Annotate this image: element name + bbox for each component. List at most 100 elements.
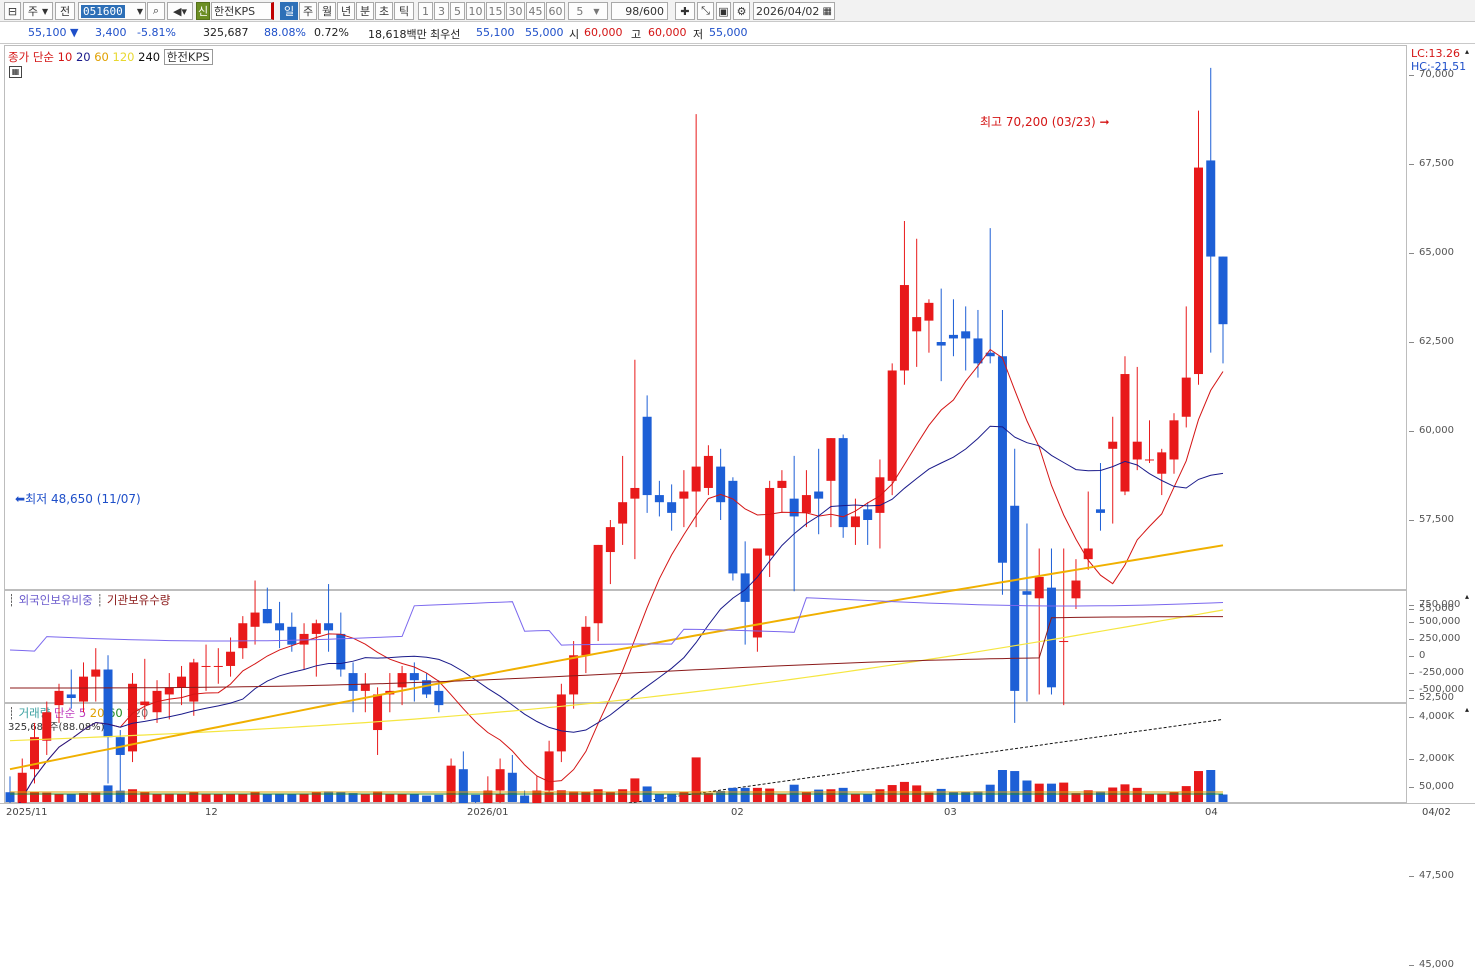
calendar-icon: ▦ [823, 6, 832, 17]
period-week-button[interactable]: 주 [299, 2, 317, 20]
volume-bar [606, 792, 615, 802]
volume-bar [826, 789, 835, 802]
volume-bar [251, 792, 260, 802]
volume-bar [1206, 770, 1215, 802]
volume-bar [177, 794, 186, 802]
new-listing-badge: 신 [196, 2, 210, 20]
price-chart[interactable] [4, 45, 1407, 805]
volume-bar [851, 793, 860, 802]
panel-collapse-icon[interactable]: ▴ [1465, 47, 1469, 56]
period-second-button[interactable]: 초 [375, 2, 393, 20]
candle-body [1035, 577, 1044, 598]
period-minute-button[interactable]: 분 [356, 2, 374, 20]
data-count-field[interactable]: 98/600 [611, 2, 668, 20]
candle-body [324, 623, 333, 630]
candle-body [704, 456, 713, 488]
open-price: 60,000 [584, 26, 623, 39]
candle-body [496, 769, 505, 790]
candle-body [900, 285, 909, 370]
trade-volume: 325,687 [203, 26, 249, 39]
volume-bar [986, 785, 995, 802]
interval-15-button[interactable]: 15 [486, 2, 505, 20]
interval-3-button[interactable]: 3 [434, 2, 449, 20]
low-annotation: ⬅최저 48,650 (11/07) [15, 490, 141, 507]
volume-bar [520, 796, 529, 802]
interval-45-button[interactable]: 45 [526, 2, 545, 20]
candle-body [961, 331, 970, 338]
custom-interval-select[interactable]: 5▼ [568, 2, 608, 20]
volume-bar [496, 793, 505, 802]
price-change-pct: -5.81% [137, 26, 176, 39]
date-field[interactable]: 2026/04/02 ▦ [753, 2, 835, 20]
save-icon[interactable]: ▣ [716, 2, 731, 20]
interval-30-button[interactable]: 30 [506, 2, 525, 20]
gear-icon[interactable]: ⚙ [733, 2, 750, 20]
low-label: 저 [693, 26, 703, 42]
holding-tick-label: 250,000 [1419, 633, 1460, 644]
volume-bar [165, 793, 174, 802]
volume-bar [667, 793, 676, 802]
draw-tool-icon[interactable]: ⤡ [697, 2, 714, 20]
current-price: 55,100 ▼ [28, 26, 78, 39]
volume-bar [875, 789, 884, 802]
candle-body [1219, 257, 1228, 325]
candle-body [434, 691, 443, 705]
volume-bar [336, 792, 345, 802]
stock-code-input[interactable]: 051600 ▼ [78, 2, 146, 20]
candle-body [226, 652, 235, 666]
view-toggle-button[interactable]: 전 [55, 2, 75, 20]
candle-body [973, 338, 982, 363]
period-month-button[interactable]: 월 [318, 2, 336, 20]
search-icon[interactable]: ⌕ [147, 2, 165, 20]
candle-body [1010, 506, 1019, 691]
volume-bar [275, 793, 284, 802]
crosshair-icon[interactable]: ✚ [675, 2, 695, 20]
volume-bar [998, 770, 1007, 802]
period-type-select[interactable]: 주▼ [23, 2, 53, 20]
interval-5-button[interactable]: 5 [450, 2, 465, 20]
volume-bar [973, 791, 982, 802]
candle-body [79, 677, 88, 702]
volume-bar [1035, 784, 1044, 802]
trade-amount: 18,618백만 [368, 26, 427, 42]
holding-tick-label: 0 [1419, 650, 1425, 661]
volume-bar [422, 796, 431, 802]
period-day-button[interactable]: 일 [280, 2, 298, 20]
candle-body [888, 370, 897, 480]
interval-10-button[interactable]: 10 [466, 2, 485, 20]
interval-60-button[interactable]: 60 [546, 2, 565, 20]
volume-bar [790, 785, 799, 802]
volume-bar [937, 789, 946, 802]
quote-bar: 55,100 ▼ 3,400 -5.81% 325,687 88.08% 0.7… [0, 22, 1475, 44]
panel-collapse-icon[interactable]: ▴ [1465, 592, 1469, 601]
volume-bar [765, 789, 774, 802]
volume-bar [716, 791, 725, 802]
volume-bar [324, 791, 333, 802]
price-tick-label: 70,000 [1419, 69, 1454, 80]
x-label: 12 [205, 807, 218, 818]
candle-body [275, 623, 284, 630]
candle-body [581, 627, 590, 655]
stock-name-field[interactable]: 한전KPS [211, 2, 274, 20]
volume-bar [1096, 791, 1105, 802]
chart-menu-icon[interactable]: ⊟ [4, 2, 21, 20]
panel-collapse-icon[interactable]: ▴ [1465, 705, 1469, 714]
candle-body [1022, 591, 1031, 595]
interval-1-button[interactable]: 1 [418, 2, 433, 20]
high-price: 60,000 [648, 26, 687, 39]
holding-tick-label: -250,000 [1419, 667, 1464, 678]
volume-bar [863, 794, 872, 802]
high-annotation: 최고 70,200 (03/23) ➞ [980, 113, 1110, 130]
candle-body [67, 694, 76, 698]
candle-body [765, 488, 774, 556]
volume-bar [385, 794, 394, 802]
period-year-button[interactable]: 년 [337, 2, 355, 20]
period-tick-button[interactable]: 틱 [394, 2, 414, 20]
candle-body [373, 694, 382, 730]
best-bid: 55,000 [525, 26, 564, 39]
x-label: 03 [944, 807, 957, 818]
candle-body [949, 335, 958, 339]
speaker-icon[interactable]: ◀▾ [167, 2, 193, 20]
candle-body [1157, 452, 1166, 473]
candle-body [1206, 160, 1215, 256]
